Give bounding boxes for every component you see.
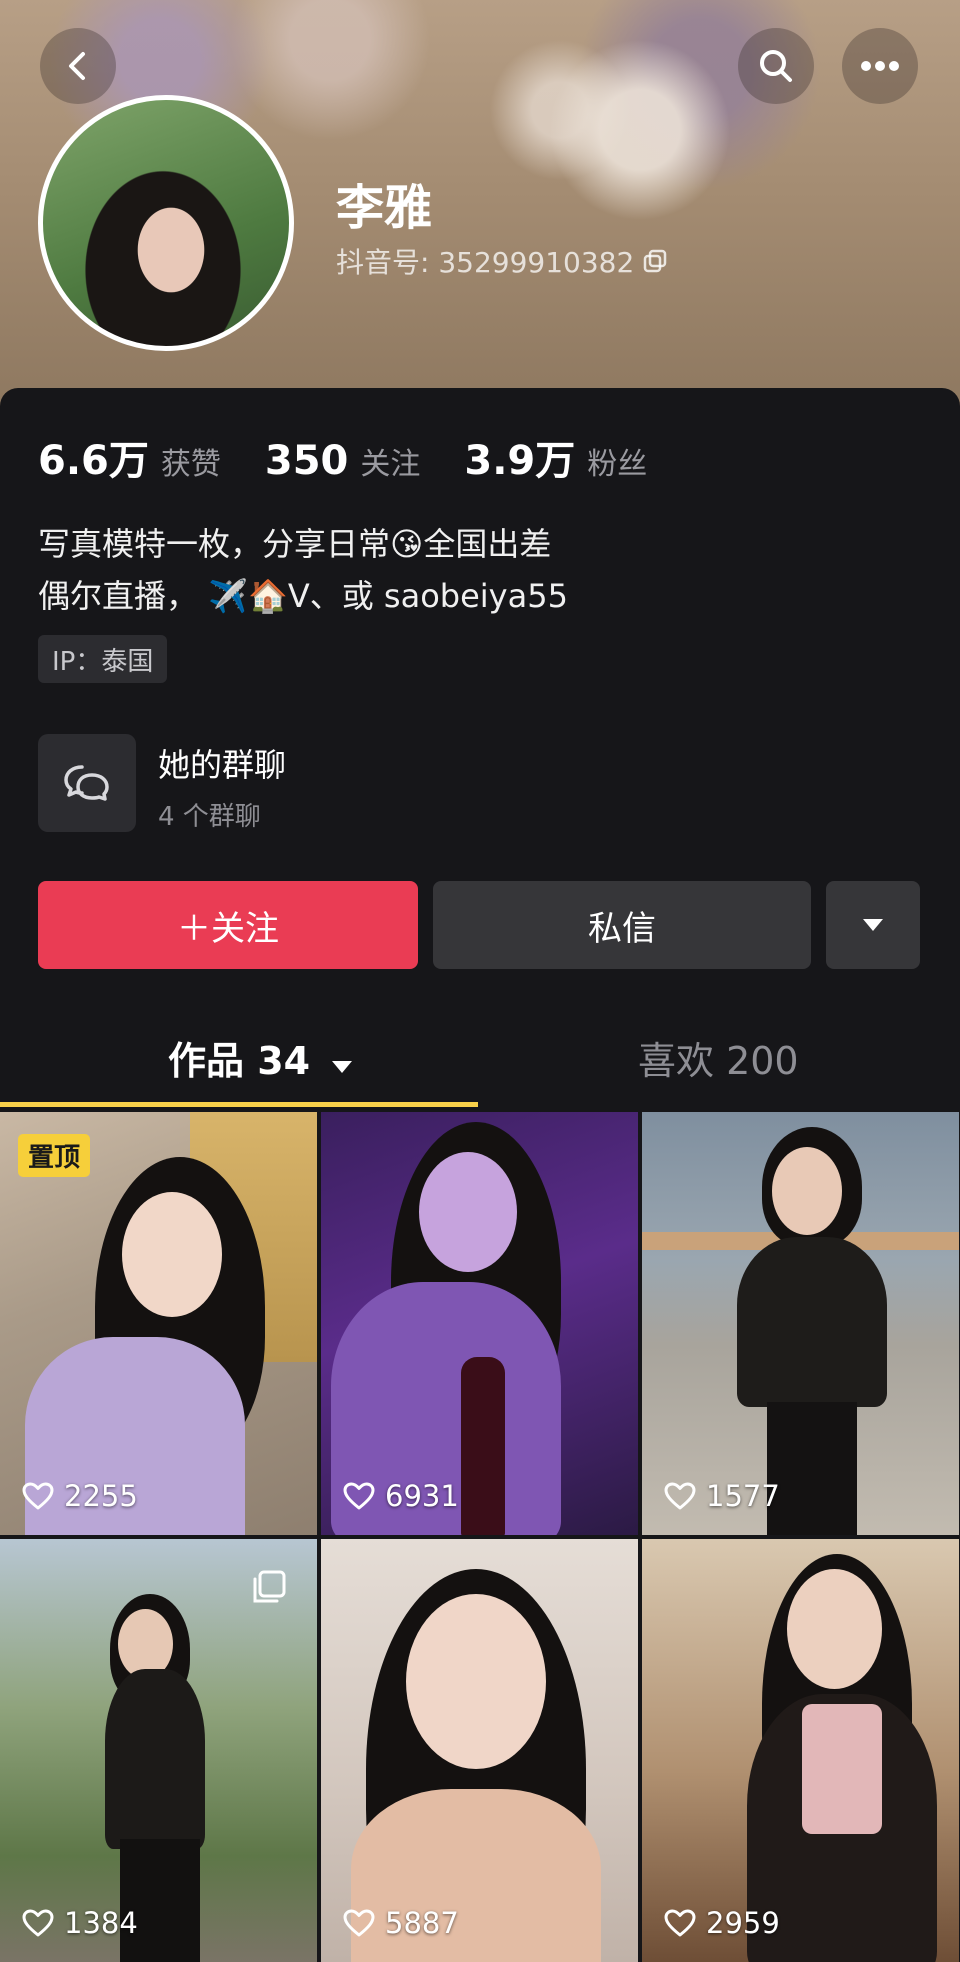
like-count-text: 2959 xyxy=(706,1906,780,1940)
figure-face xyxy=(122,1192,222,1317)
copy-icon[interactable] xyxy=(642,248,668,274)
bio-line-1: 写真模特一枚，分享日常😘全国出差 xyxy=(38,525,552,563)
figure-face xyxy=(419,1152,517,1272)
follow-button[interactable]: ＋关注 xyxy=(38,881,418,969)
stat-following-value[interactable]: 350 xyxy=(265,438,349,484)
figure-face xyxy=(406,1594,546,1769)
more-actions-dropdown[interactable] xyxy=(826,881,920,969)
bottle xyxy=(461,1357,505,1535)
like-count-text: 2255 xyxy=(64,1479,138,1513)
heart-icon xyxy=(343,1909,375,1937)
more-dots-icon xyxy=(861,61,899,71)
avatar[interactable] xyxy=(38,95,294,351)
figure-face xyxy=(772,1147,842,1235)
douyin-id[interactable]: 抖音号: 35299910382 xyxy=(336,241,668,281)
back-button[interactable] xyxy=(40,28,116,104)
like-count-text: 1384 xyxy=(64,1906,138,1940)
search-button[interactable] xyxy=(738,28,814,104)
video-thumbnail[interactable]: 2959 xyxy=(642,1539,959,1962)
group-chat-button[interactable] xyxy=(38,734,136,832)
profile-name: 李雅 xyxy=(336,180,433,236)
stat-following-label[interactable]: 关注 xyxy=(360,439,420,483)
group-chat-count: 4 个群聊 xyxy=(158,802,261,832)
profile-info-panel xyxy=(0,388,960,1108)
heart-icon xyxy=(664,1482,696,1510)
video-thumbnail[interactable]: 1384 xyxy=(0,1539,317,1962)
like-count-text: 1577 xyxy=(706,1479,780,1513)
pinned-badge: 置顶 xyxy=(18,1134,91,1177)
heart-icon xyxy=(22,1482,54,1510)
message-button[interactable]: 私信 xyxy=(433,881,811,969)
like-count: 5887 xyxy=(343,1906,459,1940)
back-arrow-icon xyxy=(69,52,85,80)
figure-top xyxy=(802,1704,882,1834)
group-chat-title[interactable]: 她的群聊 xyxy=(158,740,286,786)
heart-icon xyxy=(343,1482,375,1510)
like-count: 1384 xyxy=(22,1906,138,1940)
tab-active-indicator xyxy=(0,1102,478,1107)
tab-likes[interactable]: 喜欢 200 xyxy=(638,1030,799,1085)
stat-likes-label: 获赞 xyxy=(160,447,221,482)
figure-body xyxy=(105,1669,205,1849)
like-count: 6931 xyxy=(343,1479,459,1513)
multi-photo-icon xyxy=(253,1570,286,1603)
bio-line-2: 偶尔直播， ✈️🏠V、或 saobeiya55 xyxy=(38,577,568,615)
more-button[interactable] xyxy=(842,28,918,104)
ip-location-tag: IP：泰国 xyxy=(38,635,168,683)
figure-legs xyxy=(767,1402,857,1535)
heart-icon xyxy=(664,1909,696,1937)
stat-followers-label[interactable]: 粉丝 xyxy=(587,439,647,483)
like-count-text: 6931 xyxy=(385,1479,459,1513)
search-icon xyxy=(760,50,792,82)
tab-works[interactable]: 作品 34 xyxy=(168,1030,353,1085)
heart-icon xyxy=(22,1909,54,1937)
video-thumbnail[interactable]: 6931 xyxy=(321,1112,638,1535)
caret-down-icon xyxy=(863,919,883,931)
tab-works-label: 作品 34 xyxy=(168,1039,311,1083)
like-count: 1577 xyxy=(664,1479,780,1513)
like-count-text: 5887 xyxy=(385,1906,459,1940)
like-count: 2255 xyxy=(22,1479,138,1513)
video-thumbnail[interactable]: 5887 xyxy=(321,1539,638,1962)
chat-bubbles-icon xyxy=(64,765,109,801)
video-thumbnail[interactable]: 1577 xyxy=(642,1112,959,1535)
figure-legs xyxy=(120,1839,200,1962)
figure-face xyxy=(787,1569,882,1689)
profile-stats: 6.6万 获赞 350 关注 3.9万 粉丝 xyxy=(38,428,691,486)
figure-body xyxy=(737,1237,887,1407)
stat-likes-value: 6.6万 xyxy=(38,438,149,484)
caret-down-icon xyxy=(332,1061,353,1073)
douyin-id-text: 抖音号: 35299910382 xyxy=(336,246,635,279)
bio: 写真模特一枚，分享日常😘全国出差 偶尔直播， ✈️🏠V、或 saobeiya55 xyxy=(38,518,568,622)
stat-followers-value[interactable]: 3.9万 xyxy=(464,428,575,486)
video-thumbnail[interactable]: 置顶 2255 xyxy=(0,1112,317,1535)
like-count: 2959 xyxy=(664,1906,780,1940)
